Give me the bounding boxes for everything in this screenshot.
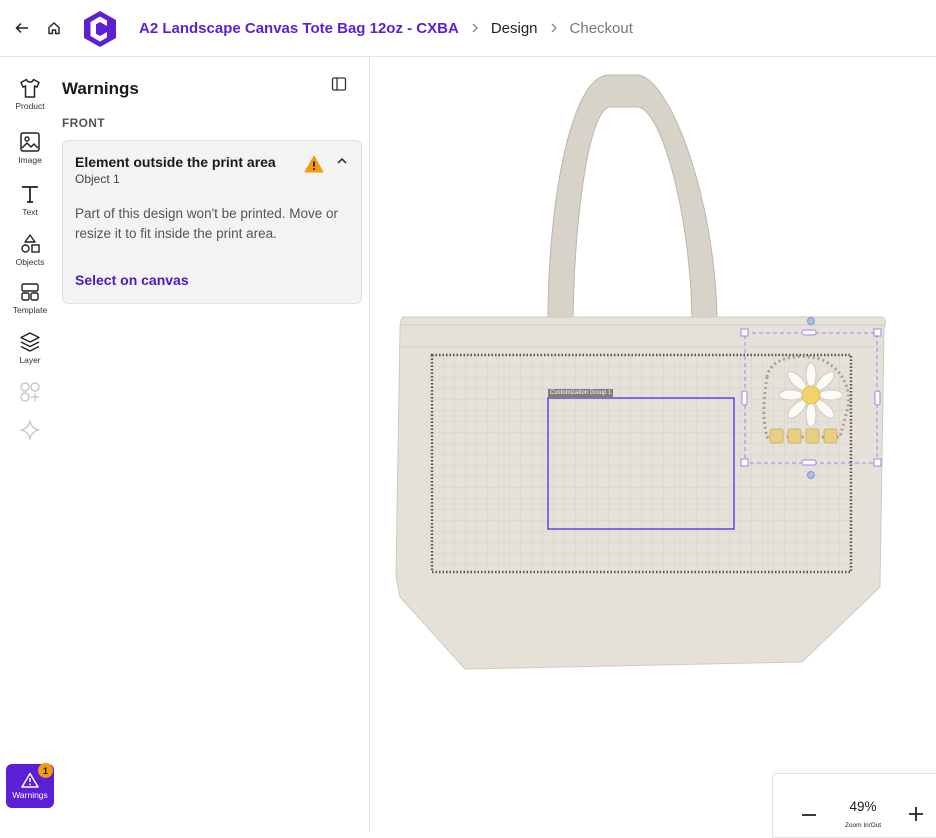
design-canvas[interactable]: Customization Group 1: [370, 57, 936, 832]
tool-objects[interactable]: Objects: [5, 233, 55, 267]
chevron-up-icon[interactable]: [335, 154, 349, 168]
tool-sidebar: Product Image Text Objects Template Laye…: [0, 57, 60, 832]
zoom-caption: Zoom In/Out: [844, 822, 882, 829]
zoom-level: 49%: [849, 799, 877, 814]
warning-triangle-icon: [304, 155, 324, 173]
tshirt-icon: [20, 78, 40, 98]
chevron-right-icon: [550, 21, 558, 36]
tool-layer[interactable]: Layer: [5, 331, 55, 365]
tote-bag-mockup: [395, 74, 886, 670]
zoom-in-icon[interactable]: [907, 805, 925, 823]
warning-description: Part of this design won't be printed. Mo…: [75, 206, 338, 241]
tool-image[interactable]: Image: [5, 131, 55, 165]
select-on-canvas-link[interactable]: Select on canvas: [75, 272, 189, 288]
tool-objects-label: Objects: [15, 257, 45, 267]
zoom-out-icon[interactable]: [800, 806, 818, 824]
breadcrumb-product[interactable]: A2 Landscape Canvas Tote Bag 12oz - CXBA: [139, 20, 459, 37]
tool-ai: [5, 419, 55, 441]
sidebar-collapse-icon[interactable]: [331, 76, 347, 92]
tool-text[interactable]: Text: [5, 183, 55, 217]
tool-add-group: [5, 381, 55, 403]
brand-logo[interactable]: [81, 10, 119, 48]
shapes-icon: [21, 234, 40, 253]
image-icon: [20, 132, 40, 152]
warning-card: Element outside the print area Object 1 …: [62, 140, 362, 304]
add-group-icon: [20, 382, 40, 402]
top-bar: A2 Landscape Canvas Tote Bag 12oz - CXBA…: [0, 0, 936, 57]
tool-product-label: Product: [15, 101, 45, 111]
chevron-right-icon: [471, 21, 479, 36]
warning-title: Element outside the print area: [75, 154, 276, 170]
layers-icon: [20, 332, 40, 352]
warnings-button[interactable]: Warnings 1: [6, 763, 54, 808]
section-label-front: FRONT: [62, 116, 105, 130]
warning-icon: [21, 772, 39, 788]
tool-text-label: Text: [22, 207, 38, 217]
text-icon: [22, 186, 38, 203]
breadcrumb-design[interactable]: Design: [491, 20, 538, 37]
zoom-control: 49% Zoom In/Out: [772, 773, 936, 838]
breadcrumb: A2 Landscape Canvas Tote Bag 12oz - CXBA…: [139, 0, 633, 57]
home-icon[interactable]: [43, 17, 65, 39]
tool-product[interactable]: Product: [5, 77, 55, 111]
tool-template[interactable]: Template: [5, 281, 55, 315]
tool-template-label: Template: [12, 305, 48, 315]
breadcrumb-checkout[interactable]: Checkout: [570, 20, 633, 37]
warning-object-name: Object 1: [75, 172, 120, 186]
customization-group-label: Customization Group 1: [548, 389, 614, 398]
sparkle-icon: [20, 420, 40, 440]
tool-layer-label: Layer: [19, 355, 41, 365]
panel-title: Warnings: [62, 79, 139, 98]
tool-image-label: Image: [18, 155, 42, 165]
arrow-left-icon[interactable]: [11, 17, 33, 39]
warnings-panel: Warnings FRONT Element outside the print…: [60, 57, 370, 832]
warnings-button-label: Warnings: [12, 790, 48, 800]
warnings-count-badge: 1: [38, 763, 53, 778]
template-icon: [21, 283, 39, 301]
